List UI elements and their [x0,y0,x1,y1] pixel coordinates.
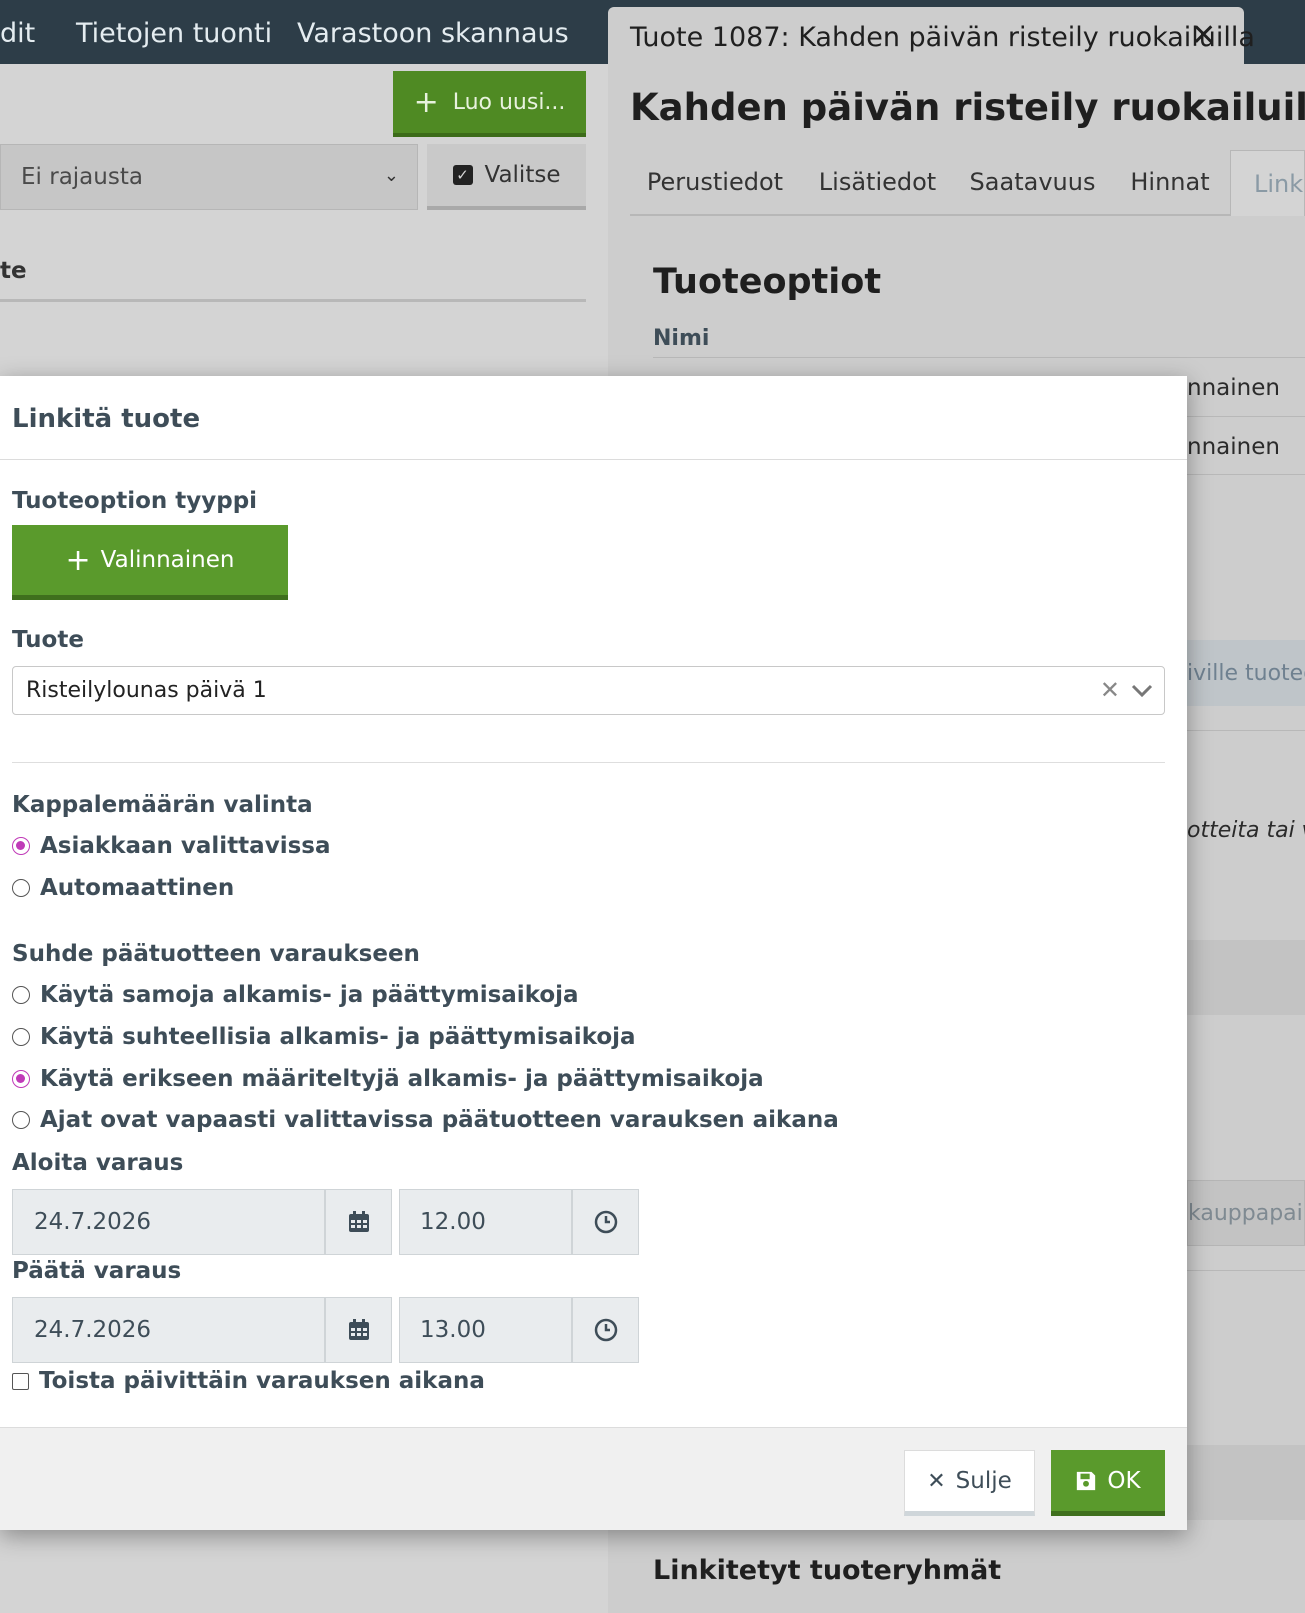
radio-relative-times[interactable]: Käytä suhteellisia alkamis- ja päättymis… [12,1024,636,1050]
radio-icon[interactable] [12,1028,30,1046]
radio-free-times[interactable]: Ajat ovat vapaasti valittavissa päätuott… [12,1107,839,1133]
product-select[interactable]: Risteilylounas päivä 1 ✕ [12,666,1165,715]
radio-label: Käytä samoja alkamis- ja päättymisaikoja [40,982,579,1008]
checkbox-label: Toista päivittäin varauksen aikana [39,1368,485,1394]
quantity-selection-label: Kappalemäärän valinta [12,792,313,818]
radio-icon[interactable] [12,986,30,1004]
repeat-daily-checkbox[interactable]: Toista päivittäin varauksen aikana [12,1368,485,1394]
radio-label: Käytä erikseen määriteltyjä alkamis- ja … [40,1066,764,1092]
option-type-label: Tuoteoption tyyppi [12,488,258,514]
plus-icon: + [413,84,439,120]
start-datetime: 24.7.2026 12.00 [12,1189,639,1255]
create-new-label: Luo uusi... [452,89,566,115]
radio-automatic[interactable]: Automaattinen [12,875,234,901]
table-row: nnainen [1187,434,1280,460]
tab-links[interactable]: Linkit [1230,150,1305,216]
chevron-down-icon: ⌄ [383,165,399,186]
column-divider [0,299,586,302]
nav-item-edit[interactable]: dit [0,18,35,49]
end-date-input[interactable]: 24.7.2026 [12,1297,325,1363]
clock-icon[interactable] [572,1189,639,1255]
close-button[interactable]: ✕ Sulje [904,1450,1035,1516]
radio-icon[interactable] [12,1111,30,1129]
radio-same-times[interactable]: Käytä samoja alkamis- ja päättymisaikoja [12,982,579,1008]
end-datetime: 24.7.2026 13.00 [12,1297,639,1363]
filter-select[interactable]: Ei rajausta ⌄ [0,144,418,210]
marketplace-field-partial[interactable]: kauppapaik [1187,1180,1305,1246]
tab-availability[interactable]: Saatavuus [955,150,1110,216]
dialog-title: Linkitä tuote [12,404,201,434]
section-title: Tuoteoptiot [653,262,882,302]
filter-value: Ei rajausta [21,164,143,190]
link-button-partial[interactable]: iville tuoteo [1187,640,1305,706]
checkbox-checked-icon: ✓ [452,165,473,185]
radio-customer-selectable[interactable]: Asiakkaan valittavissa [12,833,330,859]
radio-specific-times[interactable]: Käytä erikseen määriteltyjä alkamis- ja … [12,1066,764,1092]
radio-label: Käytä suhteellisia alkamis- ja päättymis… [40,1024,636,1050]
product-title: Kahden päivän risteily ruokailuilla [630,86,1305,129]
nav-item-data-import[interactable]: Tietojen tuonti [76,18,272,49]
link-product-dialog: Linkitä tuote Tuoteoption tyyppi + Valin… [0,376,1187,1530]
name-column-header: Nimi [653,326,710,351]
section-divider [12,762,1165,763]
start-booking-label: Aloita varaus [12,1150,184,1176]
end-time-input[interactable]: 13.00 [399,1297,572,1363]
optional-type-button[interactable]: + Valinnainen [12,525,288,600]
linked-groups-title: Linkitetyt tuoteryhmät [653,1555,1002,1586]
radio-icon[interactable] [12,879,30,897]
end-booking-label: Päätä varaus [12,1258,182,1284]
relation-label: Suhde päätuotteen varaukseen [12,941,420,967]
table-row: nnainen [1187,375,1280,401]
product-label: Tuote [12,627,84,653]
optional-type-label: Valinnainen [100,547,235,573]
plus-icon: + [65,542,91,578]
product-select-value: Risteilylounas päivä 1 [26,678,267,703]
start-date-input[interactable]: 24.7.2026 [12,1189,325,1255]
calendar-icon[interactable] [325,1297,392,1363]
radio-label: Ajat ovat vapaasti valittavissa päätuott… [40,1107,839,1133]
product-window-tab-label: Tuote 1087: Kahden päivän risteily ruoka… [630,22,1255,53]
radio-selected-icon[interactable] [12,837,30,855]
radio-label: Automaattinen [40,875,235,901]
ok-label: OK [1107,1467,1141,1494]
close-label: Sulje [955,1468,1012,1494]
radio-selected-icon[interactable] [12,1070,30,1088]
tab-basic-info[interactable]: Perustiedot [630,150,800,216]
checkbox-icon[interactable] [12,1372,29,1390]
save-icon [1077,1471,1096,1490]
dialog-header: Linkitä tuote [0,376,1187,460]
radio-label: Asiakkaan valittavissa [40,833,331,859]
select-button[interactable]: ✓ Valitse [427,144,586,210]
chevron-down-icon[interactable] [1130,678,1154,702]
ok-button[interactable]: OK [1051,1450,1165,1516]
clear-icon[interactable]: ✕ [1100,676,1120,704]
row-divider [653,357,1305,358]
select-label: Valitse [484,162,561,188]
info-text-partial: otteita tai va [1187,818,1305,843]
column-header[interactable]: te [0,258,27,284]
clock-icon[interactable] [572,1297,639,1363]
close-icon: ✕ [927,1468,946,1494]
nav-item-stock-scanning[interactable]: Varastoon skannaus [297,18,569,49]
calendar-icon[interactable] [325,1189,392,1255]
start-time-input[interactable]: 12.00 [399,1189,572,1255]
tab-additional-info[interactable]: Lisätiedot [800,150,955,216]
create-new-button[interactable]: + Luo uusi... [393,71,586,137]
tab-prices[interactable]: Hinnat [1110,150,1230,216]
close-icon[interactable]: ✕ [1191,18,1216,53]
